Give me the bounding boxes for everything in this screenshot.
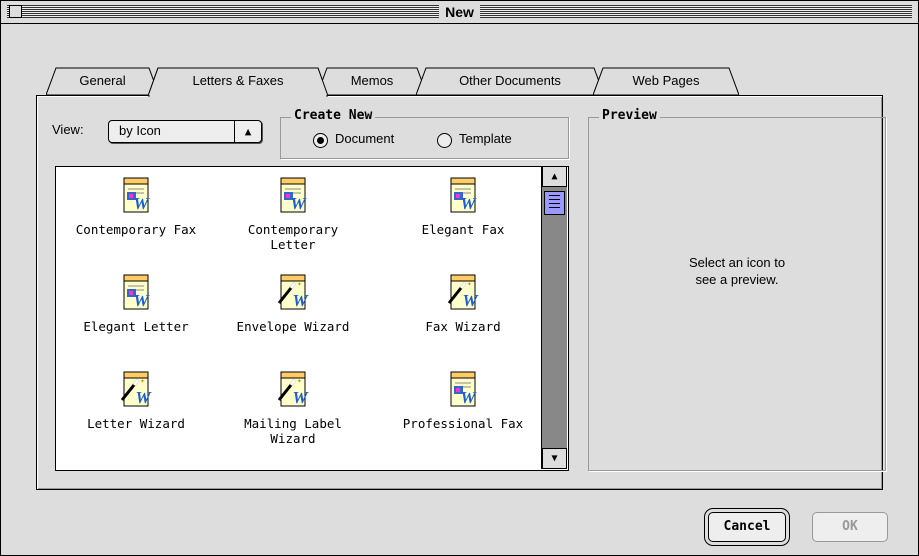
tab-web-pages-label: Web Pages — [632, 73, 700, 88]
document-radio-label[interactable]: Document — [335, 131, 394, 146]
word-wizard-icon: ✦ W — [116, 370, 156, 412]
tab-other-documents-label: Other Documents — [459, 73, 561, 88]
word-document-icon: W — [443, 176, 483, 218]
view-popup-value: by Icon — [119, 123, 161, 138]
svg-text:W: W — [292, 291, 309, 310]
template-item-label: Envelope Wizard — [236, 319, 350, 334]
tab-general-label: General — [79, 73, 126, 88]
word-document-icon: W — [116, 176, 156, 218]
create-new-title: Create New — [291, 108, 376, 123]
window-title: New — [1, 1, 918, 23]
template-item[interactable]: W Professional Fax — [384, 370, 542, 431]
word-wizard-icon: ✦ W — [443, 273, 483, 315]
template-item[interactable]: W Contemporary Fax — [57, 176, 215, 237]
view-popup-menu[interactable]: by Icon ▲ — [108, 120, 262, 143]
template-item[interactable]: ✦ W Mailing Label Wizard — [228, 370, 358, 446]
tab-letters-faxes-label: Letters & Faxes — [192, 73, 284, 88]
template-item[interactable]: W Elegant Letter — [57, 273, 215, 334]
template-item-label: Elegant Fax — [421, 222, 505, 237]
word-document-icon: W — [273, 176, 313, 218]
tab-memos-label: Memos — [350, 73, 394, 88]
template-item-label: Fax Wizard — [425, 319, 501, 334]
template-item-label: Letter Wizard — [87, 416, 185, 431]
title-bar[interactable]: New — [1, 1, 918, 24]
svg-text:W: W — [460, 388, 477, 407]
preview-box — [588, 117, 886, 471]
svg-text:W: W — [462, 291, 479, 310]
up-down-arrow-icon: ▲ — [234, 121, 261, 142]
svg-text:W: W — [292, 388, 309, 407]
template-item[interactable]: ✦ W Letter Wizard — [57, 370, 215, 431]
template-item[interactable]: ✦ W Fax Wizard — [384, 273, 542, 334]
svg-text:✦: ✦ — [297, 376, 302, 385]
template-item[interactable]: ✦ W Envelope Wizard — [214, 273, 372, 334]
tab-other-documents[interactable]: Other Documents — [416, 67, 604, 95]
tab-web-pages[interactable]: Web Pages — [593, 67, 739, 95]
tab-memos[interactable]: Memos — [317, 67, 427, 95]
template-radio-label[interactable]: Template — [459, 131, 512, 146]
tab-letters-faxes-active[interactable]: Letters & Faxes — [148, 67, 328, 97]
view-label: View: — [52, 122, 84, 137]
svg-text:W: W — [290, 194, 307, 213]
word-wizard-icon: ✦ W — [273, 273, 313, 315]
svg-text:✦: ✦ — [140, 376, 145, 385]
template-item-label: Professional Fax — [402, 416, 524, 431]
svg-text:W: W — [133, 291, 150, 310]
preview-title: Preview — [599, 108, 660, 123]
scroll-thumb[interactable] — [544, 191, 565, 215]
scroll-up-arrow-icon[interactable]: ▲ — [542, 166, 567, 187]
preview-message: Select an icon to see a preview. — [688, 255, 786, 287]
vertical-scrollbar[interactable]: ▲ ▼ — [541, 166, 567, 469]
cancel-button[interactable]: Cancel — [708, 512, 786, 542]
svg-text:W: W — [133, 194, 150, 213]
tab-general[interactable]: General — [46, 67, 159, 95]
template-item-label: Contemporary Fax — [75, 222, 197, 237]
svg-text:✦: ✦ — [467, 279, 472, 288]
svg-text:W: W — [135, 388, 152, 407]
svg-text:W: W — [460, 194, 477, 213]
template-radio[interactable] — [437, 133, 452, 148]
template-item-label: Elegant Letter — [83, 319, 189, 334]
word-document-icon: W — [116, 273, 156, 315]
template-item[interactable]: W Contemporary Letter — [228, 176, 358, 252]
template-item[interactable]: W Elegant Fax — [384, 176, 542, 237]
scroll-down-arrow-icon[interactable]: ▼ — [542, 448, 567, 469]
word-wizard-icon: ✦ W — [273, 370, 313, 412]
document-radio[interactable] — [313, 133, 328, 148]
svg-text:✦: ✦ — [297, 279, 302, 288]
ok-button[interactable]: OK — [812, 512, 888, 542]
template-item-label: Contemporary Letter — [247, 222, 339, 252]
word-document-icon: W — [443, 370, 483, 412]
template-item-label: Mailing Label Wizard — [244, 416, 342, 446]
